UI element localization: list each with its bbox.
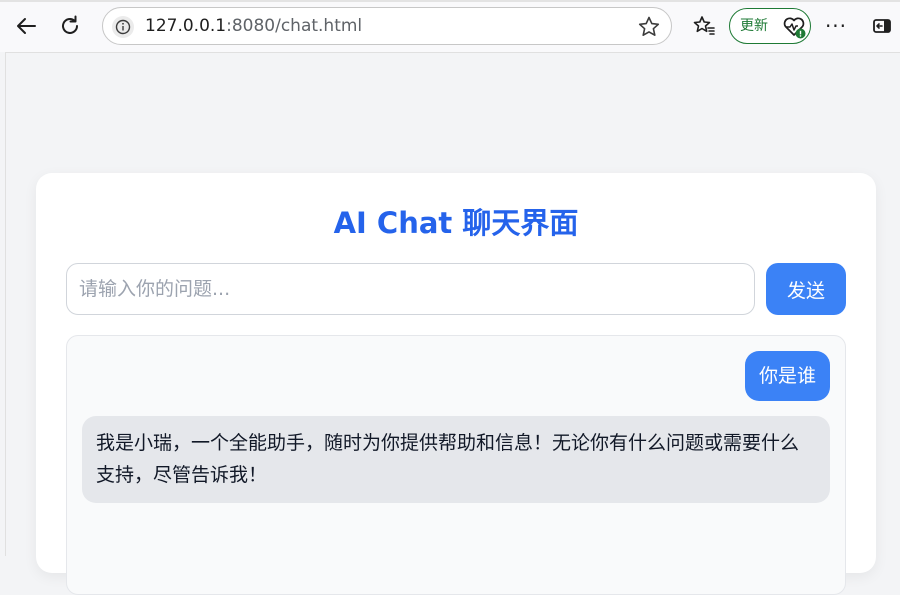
info-icon[interactable]	[112, 16, 134, 38]
heart-pulse-icon	[783, 17, 806, 39]
assistant-message: 我是小瑞，一个全能助手，随时为你提供帮助和信息！无论你有什么问题或需要什么支持，…	[82, 416, 830, 503]
reload-icon	[62, 15, 78, 34]
favorites-button[interactable]	[686, 8, 722, 44]
browser-toolbar: 127.0.0.1:8080/chat.html 更新 ···	[0, 0, 900, 52]
page-title: AI Chat 聊天界面	[333, 206, 579, 240]
chat-card: AI Chat 聊天界面 发送 你是谁 我是小瑞，一个全能助手，随时为你提供帮助…	[36, 173, 876, 595]
address-bar[interactable]: 127.0.0.1:8080/chat.html	[102, 7, 672, 45]
more-button[interactable]: ···	[818, 8, 854, 44]
bookmark-button[interactable]	[637, 15, 661, 39]
sidebar-icon	[873, 19, 891, 33]
sidebar-button[interactable]	[864, 8, 900, 44]
star-icon	[638, 16, 660, 36]
send-button[interactable]: 发送	[766, 263, 846, 315]
message-list[interactable]: 你是谁 我是小瑞，一个全能助手，随时为你提供帮助和信息！无论你有什么问题或需要什…	[66, 335, 846, 595]
url-host: 127.0.0.1	[145, 16, 227, 36]
more-dots-icon: ···	[824, 14, 848, 38]
user-message: 你是谁	[744, 351, 830, 401]
update-label: 更新	[740, 18, 768, 34]
back-button[interactable]	[8, 8, 44, 44]
window-top-border	[0, 0, 900, 2]
favorites-icon	[693, 16, 715, 35]
url-text[interactable]: 127.0.0.1:8080/chat.html	[145, 16, 362, 36]
reload-button[interactable]	[52, 8, 88, 44]
arrow-left-icon	[17, 18, 36, 34]
question-input[interactable]	[66, 263, 755, 315]
update-button[interactable]: 更新	[729, 8, 811, 44]
url-path: :8080/chat.html	[226, 16, 363, 36]
